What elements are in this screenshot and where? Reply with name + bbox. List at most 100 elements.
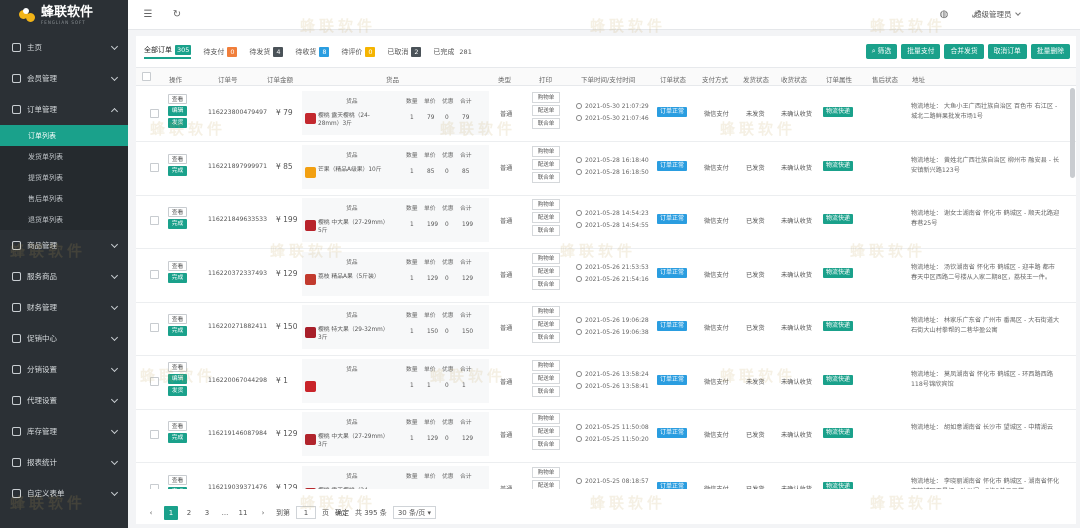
submenu-item-1[interactable]: 订单列表 [0,125,128,146]
tab-6[interactable]: 已取消 2 [387,47,422,57]
product-name: 芒果（精品A级果）10斤 [318,166,382,173]
sidebar-item-8[interactable]: 分销设置 [0,354,128,385]
sidebar-item-2[interactable]: 会员管理 [0,63,128,94]
product-header: 数量 [406,313,418,319]
row-action-button[interactable]: 编辑 [168,106,187,116]
user-menu[interactable]: 超级管理员 [974,9,1021,20]
row-action-button[interactable]: 查看 [168,94,187,104]
row-action-button[interactable]: 发货 [168,385,187,396]
row-action-button[interactable]: 完成 [168,433,187,443]
page-number[interactable]: 11 [236,506,250,520]
message-icon[interactable]: ◍ [938,9,950,21]
tab-1[interactable]: 全部订单 305 [144,45,192,59]
row-action-button[interactable]: 查看 [168,314,187,324]
tab-3[interactable]: 待发货 4 [249,47,284,57]
tab-5[interactable]: 待评价 0 [341,47,376,57]
print-button[interactable]: 联合单 [532,118,560,129]
print-button[interactable]: 购物单 [532,359,560,371]
goto-page-input[interactable]: 1 [296,506,316,519]
print-button[interactable]: 配送单 [532,426,560,437]
product-header: 优惠 [442,366,454,373]
print-button[interactable]: 配送单 [532,212,560,223]
submenu-item-3[interactable]: 提货单列表 [0,167,128,188]
print-button[interactable]: 联合单 [532,439,560,450]
refresh-icon[interactable]: ↻ [171,9,183,21]
row-action-button[interactable]: 查看 [168,260,187,271]
print-button[interactable]: 联合单 [532,171,560,183]
sidebar-item-4[interactable]: 商品管理 [0,230,128,261]
row-action-button[interactable]: 完成 [168,165,187,176]
row-checkbox[interactable] [150,430,159,439]
row-action-button[interactable]: 查看 [168,421,187,431]
print-button[interactable]: 配送单 [532,105,560,116]
row-action-button[interactable]: 查看 [168,207,187,217]
print-button[interactable]: 购物单 [532,306,560,317]
page-number[interactable]: 2 [182,506,196,520]
prev-page-icon[interactable]: ‹ [144,506,158,520]
print-button[interactable]: 配送单 [532,479,560,489]
print-button[interactable]: 购物单 [532,92,560,103]
row-action-button[interactable]: 查看 [168,153,187,164]
row-checkbox[interactable] [150,109,159,118]
print-button[interactable]: 配送单 [532,372,560,384]
print-button[interactable]: 购物单 [532,199,560,210]
order-time-value: 2021-05-26 13:58:24 [585,370,649,378]
print-button[interactable]: 联合单 [532,385,560,397]
page-number[interactable]: 1 [164,505,178,520]
sidebar-item-12[interactable]: 自定义表单 [0,478,128,509]
row-action-button[interactable]: 完成 [168,326,187,336]
print-button[interactable]: 购物单 [532,466,560,478]
print-button[interactable]: 购物单 [532,413,560,424]
submenu-item-4[interactable]: 售后单列表 [0,188,128,209]
print-button[interactable]: 配送单 [532,265,560,277]
orders-panel: 全部订单 305 待支付 0 待发货 4 待收货 8 待评价 0 已取消 2 已完成 281 ⌕ 筛选 批量… [136,36,1076,524]
row-action-button[interactable]: 编辑 [168,373,187,384]
row-checkbox[interactable] [150,162,159,172]
row-action-button[interactable]: 发货 [168,118,187,128]
print-button[interactable]: 联合单 [532,278,560,290]
row-action-button[interactable]: 查看 [168,361,187,372]
row-action-button[interactable]: 完成 [168,486,187,489]
sidebar-item-9[interactable]: 代理设置 [0,385,128,416]
row-action-button[interactable]: 完成 [168,219,187,229]
sidebar-item-7[interactable]: 促销中心 [0,323,128,354]
table-scrollbar[interactable] [1070,88,1075,178]
print-button[interactable]: 联合单 [532,225,560,236]
row-checkbox[interactable] [150,376,159,386]
menu-toggle-icon[interactable]: ☰ [142,9,154,21]
print-button[interactable]: 购物单 [532,252,560,264]
next-page-icon[interactable]: › [256,506,270,520]
sidebar-item-1[interactable]: 主页 [0,32,128,63]
tab-4[interactable]: 待收货 8 [295,47,330,57]
sidebar-item-11[interactable]: 报表统计 [0,447,128,478]
select-all-checkbox[interactable] [142,72,151,81]
order-status-badge: 订单正常 [657,428,688,438]
sidebar-item-10[interactable]: 库存管理 [0,416,128,447]
action-button-5[interactable]: 批量删除 [1030,44,1070,59]
print-button[interactable]: 购物单 [532,145,560,157]
row-action-button[interactable]: 查看 [168,474,187,485]
row-checkbox[interactable] [150,269,159,279]
submenu-item-2[interactable]: 发货单列表 [0,146,128,167]
tab-7[interactable]: 已完成 281 [433,47,473,57]
row-checkbox[interactable] [150,216,159,225]
action-button-2[interactable]: 批量支付 [901,44,941,59]
submenu-item-5[interactable]: 退货单列表 [0,209,128,230]
row-checkbox[interactable] [150,483,159,489]
sidebar-item-3[interactable]: 订单管理 [0,94,128,125]
print-button[interactable]: 配送单 [532,319,560,330]
tab-2[interactable]: 待支付 0 [203,47,238,57]
action-button-4[interactable]: 取消订单 [987,44,1027,59]
print-button[interactable]: 联合单 [532,332,560,343]
action-button-3[interactable]: 合并发货 [944,44,984,59]
sidebar-item-label: 商品管理 [27,241,57,250]
row-action-button[interactable]: 完成 [168,272,187,283]
row-checkbox[interactable] [150,323,159,332]
page-size-select[interactable]: 30 条/页 ▾ [392,506,437,519]
sidebar-item-6[interactable]: 财务管理 [0,292,128,323]
goto-confirm-button[interactable]: 确定 [335,508,349,518]
page-number[interactable]: 3 [200,506,214,520]
sidebar-item-5[interactable]: 服务商品 [0,261,128,292]
action-button-1[interactable]: ⌕ 筛选 [865,44,898,59]
print-button[interactable]: 配送单 [532,158,560,170]
